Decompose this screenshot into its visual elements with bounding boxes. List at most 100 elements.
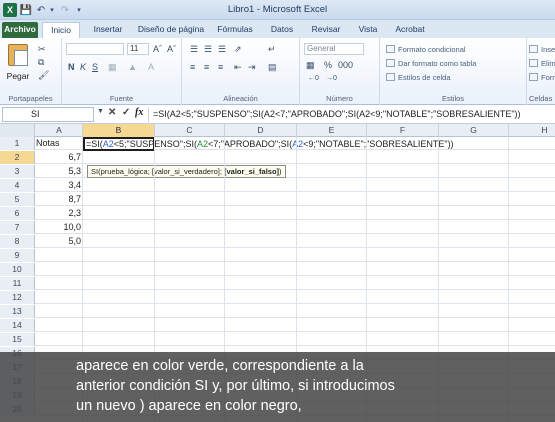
row-header[interactable]: 9 (0, 249, 35, 262)
fill-color-icon[interactable]: ▲ (128, 62, 137, 72)
format-painter-icon[interactable]: 🖌 (38, 70, 49, 80)
cell-a[interactable]: Notas (36, 137, 83, 149)
select-all-corner[interactable] (0, 124, 35, 137)
format-as-table-button[interactable]: Dar formato como tabla (386, 59, 476, 68)
shrink-font-icon[interactable]: Aˇ (167, 44, 176, 54)
cell-reference: A2 (196, 139, 208, 149)
tab-vista[interactable]: Vista (352, 22, 384, 38)
table-row: 8 5,0 (0, 235, 555, 248)
tab-inicio[interactable]: Inicio (42, 22, 80, 38)
orientation-icon[interactable]: ⇗ (234, 44, 242, 54)
cell-edit-text[interactable]: =SI(A2<5;"SUSPENSO";SI(A2<7;"APROBADO";S… (86, 138, 454, 150)
font-color-icon[interactable]: A (148, 62, 154, 72)
row-header[interactable]: 3 (0, 165, 35, 178)
currency-format-icon[interactable]: ▦ (306, 60, 315, 70)
increase-decimal-icon[interactable]: ←0 (308, 74, 319, 84)
group-label-estilos: Estilos (441, 94, 465, 103)
row-header[interactable]: 4 (0, 179, 35, 192)
tab-archivo[interactable]: Archivo (2, 22, 38, 38)
wrap-text-icon[interactable]: ↵ (268, 44, 276, 54)
row-header[interactable]: 5 (0, 193, 35, 206)
underline-button[interactable]: S (92, 62, 98, 72)
paste-button-label[interactable]: Pegar (4, 71, 32, 81)
tooltip-close-paren: ) (279, 167, 282, 176)
tab-insertar[interactable]: Insertar (86, 22, 130, 38)
column-header-c[interactable]: C (155, 124, 225, 137)
decrease-decimal-icon[interactable]: →0 (326, 74, 337, 84)
group-label-fuente: Fuente (109, 94, 134, 103)
cell-styles-button[interactable]: Estilos de celda (386, 73, 451, 82)
align-middle-icon[interactable]: ☰ (204, 44, 212, 54)
conditional-format-button[interactable]: Formato condicional (386, 45, 466, 54)
font-size-combo[interactable]: 11 (127, 43, 149, 55)
column-header-e[interactable]: E (297, 124, 367, 137)
cut-icon[interactable]: ✂ (38, 44, 46, 54)
row-header[interactable]: 1 (0, 137, 35, 150)
format-as-table-label: Dar formato como tabla (398, 59, 477, 68)
column-header-g[interactable]: G (439, 124, 509, 137)
row-header[interactable]: 15 (0, 333, 35, 346)
column-header-h[interactable]: H (509, 124, 555, 137)
delete-cells-button[interactable]: Eliminar (529, 59, 555, 68)
insert-cells-button[interactable]: Insertar (529, 45, 555, 54)
percent-style-button[interactable]: % (324, 60, 332, 70)
row-header[interactable]: 13 (0, 305, 35, 318)
column-header-f[interactable]: F (367, 124, 439, 137)
cancel-entry-icon[interactable]: ✕ (108, 107, 116, 118)
row-header[interactable]: 11 (0, 277, 35, 290)
increase-indent-icon[interactable]: ⇥ (248, 62, 256, 72)
align-left-icon[interactable]: ≡ (190, 62, 195, 72)
row-header[interactable]: 10 (0, 263, 35, 276)
column-header-b[interactable]: B (83, 124, 155, 137)
bold-button[interactable]: N (68, 62, 75, 72)
cell-a[interactable]: 8,7 (36, 193, 83, 205)
cell-a[interactable]: 3,4 (36, 179, 83, 191)
insert-function-icon[interactable]: fx (135, 107, 143, 118)
format-cells-button[interactable]: Formato (529, 73, 555, 82)
column-header-a[interactable]: A (36, 124, 83, 137)
conditional-format-icon (386, 45, 395, 53)
row-header[interactable]: 8 (0, 235, 35, 248)
delete-cells-icon (529, 59, 538, 67)
decrease-indent-icon[interactable]: ⇤ (234, 62, 242, 72)
cell-a[interactable]: 5,0 (36, 235, 83, 247)
row-header[interactable]: 2 (0, 151, 35, 164)
tab-diseno-pagina[interactable]: Diseño de página (136, 22, 206, 38)
formula-input[interactable]: =SI(A2<5;"SUSPENSO";SI(A2<7;"APROBADO";S… (148, 107, 553, 122)
enter-entry-icon[interactable]: ✓ (122, 107, 130, 118)
tab-datos[interactable]: Datos (264, 22, 300, 38)
row-header[interactable]: 6 (0, 207, 35, 220)
row-header[interactable]: 14 (0, 319, 35, 332)
tab-acrobat[interactable]: Acrobat (390, 22, 430, 38)
paste-paper-icon[interactable] (14, 50, 28, 66)
font-name-combo[interactable] (66, 43, 124, 55)
align-bottom-icon[interactable]: ☰ (218, 44, 226, 54)
merge-center-icon[interactable]: ▤ (268, 62, 277, 72)
cell-a[interactable]: 10,0 (36, 221, 83, 233)
cell-a[interactable]: 2,3 (36, 207, 83, 219)
number-format-combo[interactable]: General (304, 43, 364, 55)
tab-formulas[interactable]: Fórmulas (212, 22, 258, 38)
row-header[interactable]: 12 (0, 291, 35, 304)
row-header[interactable]: 7 (0, 221, 35, 234)
align-top-icon[interactable]: ☰ (190, 44, 198, 54)
borders-icon[interactable]: ▦ (108, 62, 117, 72)
comma-style-button[interactable]: 000 (338, 60, 353, 70)
name-box-dropdown-icon[interactable]: ▼ (97, 108, 104, 115)
cell-a[interactable]: 6,7 (36, 151, 83, 163)
column-header-d[interactable]: D (225, 124, 297, 137)
align-right-icon[interactable]: ≡ (218, 62, 223, 72)
cell-a[interactable]: 5,3 (36, 165, 83, 177)
group-label-portapapeles: Portapapeles (8, 94, 53, 103)
name-box[interactable]: SI (2, 107, 94, 122)
cell-reference: A2 (292, 139, 304, 149)
subtitle-line: un nuevo ) aparece en color negro, (76, 398, 302, 414)
tab-revisar[interactable]: Revisar (306, 22, 346, 38)
align-center-icon[interactable]: ≡ (204, 62, 209, 72)
table-row: 2 6,7 (0, 151, 555, 164)
copy-icon[interactable]: ⧉ (38, 57, 44, 67)
italic-button[interactable]: K (80, 62, 86, 72)
group-estilos: Formato condicional Dar formato como tab… (380, 38, 527, 105)
table-row: 14 (0, 319, 555, 332)
grow-font-icon[interactable]: Aˆ (153, 44, 162, 54)
